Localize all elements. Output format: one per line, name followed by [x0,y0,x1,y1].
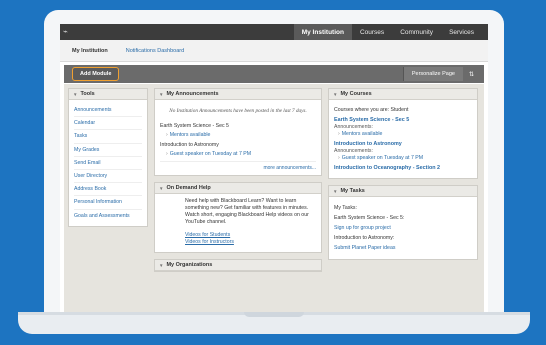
bullet-icon: › [338,155,340,161]
announcement-course: Earth System Science - Sec 5 [160,123,229,130]
help-links: Videos for Students Videos for Instructo… [185,232,316,246]
tools-header[interactable]: ▼ Tools [69,89,147,100]
my-tasks-title: My Tasks [340,188,365,194]
help-description: Need help with Blackboard Learn? Want to… [185,198,309,226]
on-demand-help-title: On Demand Help [166,185,211,192]
tools-body: Announcements Calendar Tasks My Grades S… [69,100,147,226]
laptop-notch [244,312,304,317]
action-bar: Add Module Personalize Page ⇅ [64,65,484,83]
tab-community[interactable]: Community [392,24,441,40]
bullet-icon: › [166,132,168,139]
subtab-my-institution[interactable]: My Institution [72,48,108,54]
subtab-notifications-dashboard[interactable]: Notifications Dashboard [126,48,184,54]
my-tasks-module: ▼ My Tasks My Tasks: Earth System Scienc… [328,185,478,260]
content-area: ▼ Tools Announcements Calendar Tasks My … [64,84,484,312]
announcements-empty-text: No Institution Announcements have been p… [169,108,307,114]
course-announcement-link[interactable]: › Mentors available [338,131,472,137]
announcement-link[interactable]: › Guest speaker on Tuesday at 7 PM [166,151,316,157]
collapse-icon[interactable]: ▼ [333,92,337,97]
my-courses-title: My Courses [340,91,372,97]
course-link[interactable]: Earth System Science - Sec 5 [334,117,472,123]
task-link[interactable]: Sign up for group project [334,225,472,231]
my-courses-module: ▼ My Courses Courses where you are: Stud… [328,88,478,179]
announcement-link-text[interactable]: Mentors available [170,132,211,138]
action-bar-right: Personalize Page ⇅ [402,67,480,81]
my-tasks-body: My Tasks: Earth System Science - Sec 5: … [329,197,477,259]
my-courses-body: Courses where you are: Student Earth Sys… [329,100,477,178]
announcements-body: No Institution Announcements have been p… [155,100,321,175]
tools-title: Tools [80,91,95,97]
course-link[interactable]: Introduction to Astronomy [334,141,472,147]
collapse-icon[interactable]: ▼ [333,189,337,194]
tool-address-book[interactable]: Address Book [74,183,142,197]
tab-my-institution[interactable]: My Institution [293,24,352,40]
collapse-icon[interactable]: ▼ [159,92,163,97]
top-navigation: ⌁ My Institution Courses Community Servi… [60,24,488,40]
tool-send-email[interactable]: Send Email [74,157,142,170]
tasks-label: My Tasks: [334,205,357,211]
videos-for-students-link[interactable]: Videos for Students [185,232,316,239]
collapse-icon[interactable]: ▼ [73,92,77,97]
my-organizations-module: ▼ My Organizations [154,259,322,273]
tool-calendar[interactable]: Calendar [74,117,142,131]
course-announcement-link[interactable]: › Guest speaker on Tuesday at 7 PM [338,155,472,161]
collapse-icon[interactable]: ▼ [159,186,163,191]
videos-for-instructors-link[interactable]: Videos for Instructors [185,239,316,246]
tasks-course-label: Earth System Science - Sec 5: [334,215,405,221]
more-announcements-link[interactable]: more announcements... [160,161,316,171]
on-demand-help-module: ▼ On Demand Help Need help with Blackboa… [154,182,322,254]
courses-intro: Courses where you are: Student [334,107,409,113]
course-announcement-text[interactable]: Guest speaker on Tuesday at 7 PM [342,155,423,161]
tab-services[interactable]: Services [441,24,482,40]
tool-announcements[interactable]: Announcements [74,104,142,118]
my-organizations-title: My Organizations [166,262,213,269]
column-middle: ▼ My Announcements No Institution Announ… [154,88,322,278]
announcements-title: My Announcements [166,91,219,97]
course-link[interactable]: Introduction to Oceanography - Section 2 [334,165,472,171]
tasks-course-label: Introduction to Astronomy: [334,235,395,241]
screen: ⌁ My Institution Courses Community Servi… [60,24,488,312]
personalize-page-button[interactable]: Personalize Page [402,67,463,81]
tab-courses[interactable]: Courses [352,24,392,40]
my-tasks-header[interactable]: ▼ My Tasks [329,186,477,197]
tool-tasks[interactable]: Tasks [74,130,142,144]
bullet-icon: › [166,151,168,158]
announcements-header[interactable]: ▼ My Announcements [155,89,321,100]
column-right: ▼ My Courses Courses where you are: Stud… [328,88,478,266]
tool-user-directory[interactable]: User Directory [74,170,142,184]
column-left: ▼ Tools Announcements Calendar Tasks My … [68,88,148,233]
task-link[interactable]: Submit Planet Paper ideas [334,245,472,251]
bullet-icon: › [338,131,340,137]
reorder-icon[interactable]: ⇅ [463,71,480,78]
tools-module: ▼ Tools Announcements Calendar Tasks My … [68,88,148,227]
announcement-link[interactable]: › Mentors available [166,132,316,138]
tool-goals-and-assessments[interactable]: Goals and Assessments [74,210,142,222]
my-organizations-header[interactable]: ▼ My Organizations [155,260,321,272]
course-announcements-label: Announcements: [334,124,373,130]
my-courses-header[interactable]: ▼ My Courses [329,89,477,100]
add-module-button[interactable]: Add Module [72,67,120,81]
tool-my-grades[interactable]: My Grades [74,144,142,157]
course-announcements-label: Announcements: [334,148,373,154]
on-demand-help-header[interactable]: ▼ On Demand Help [155,183,321,195]
laptop-base [18,312,530,334]
course-announcement-text[interactable]: Mentors available [342,131,383,137]
sub-tabs: My Institution Notifications Dashboard [60,40,488,62]
collapse-icon[interactable]: ▼ [159,263,163,268]
announcements-module: ▼ My Announcements No Institution Announ… [154,88,322,177]
tools-list: Announcements Calendar Tasks My Grades S… [74,104,142,222]
brand-icon: ⌁ [63,27,68,36]
announcement-course: Introduction to Astronomy [160,142,219,149]
on-demand-help-body: Need help with Blackboard Learn? Want to… [155,194,321,252]
announcement-link-text[interactable]: Guest speaker on Tuesday at 7 PM [170,151,251,157]
tool-personal-information[interactable]: Personal Information [74,196,142,210]
